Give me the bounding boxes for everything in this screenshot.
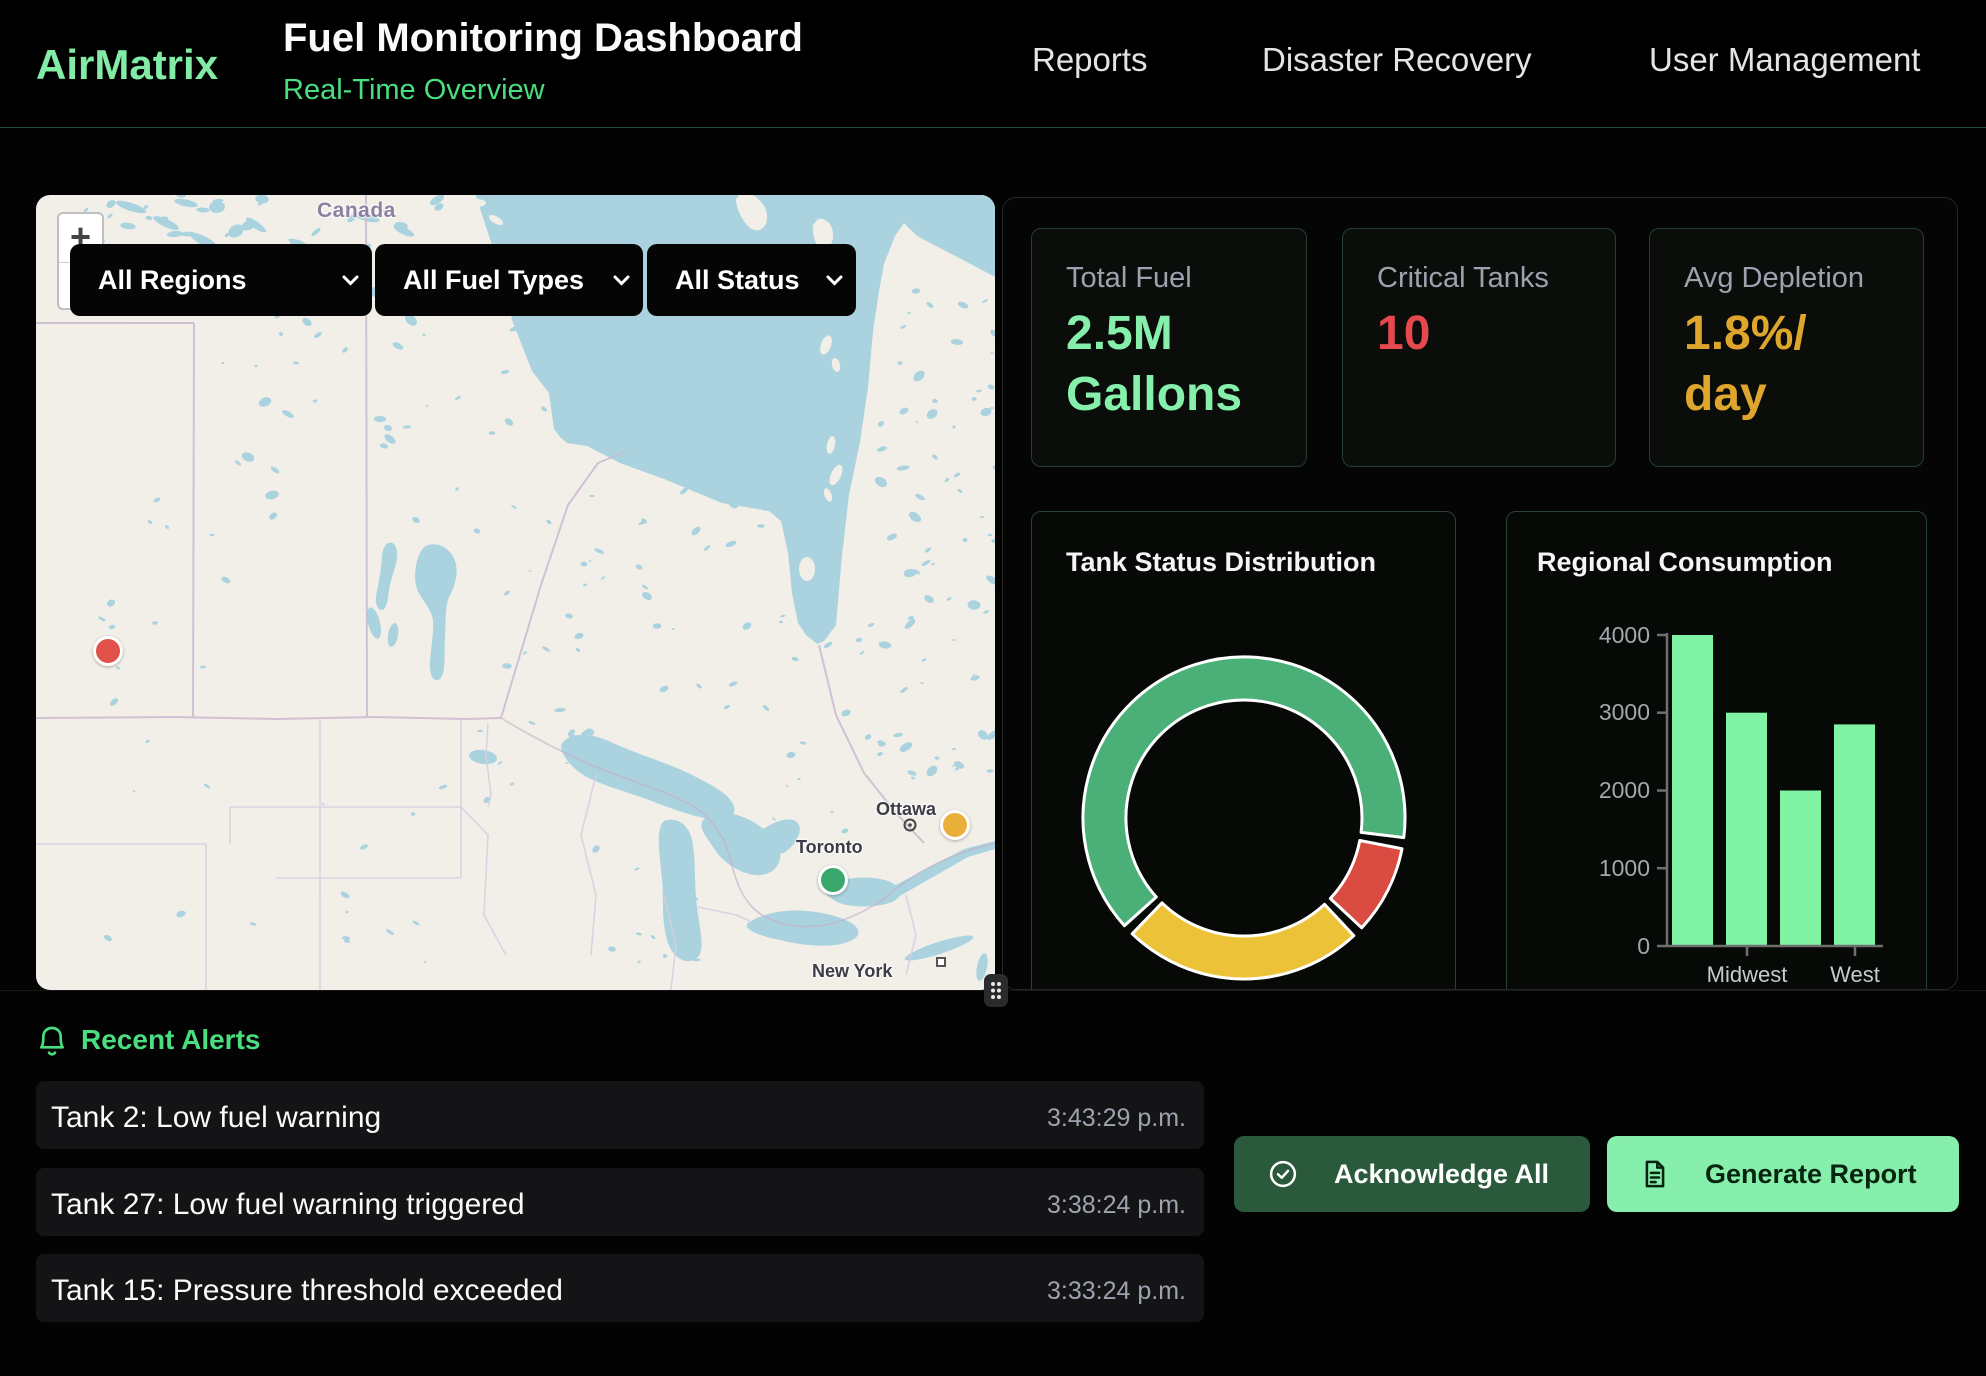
- svg-text:0: 0: [1637, 933, 1650, 959]
- svg-text:2000: 2000: [1599, 777, 1650, 803]
- svg-text:West: West: [1830, 962, 1880, 987]
- svg-text:3000: 3000: [1599, 699, 1650, 725]
- svg-text:1000: 1000: [1599, 855, 1650, 881]
- svg-text:4000: 4000: [1599, 622, 1650, 648]
- svg-text:Midwest: Midwest: [1707, 962, 1788, 987]
